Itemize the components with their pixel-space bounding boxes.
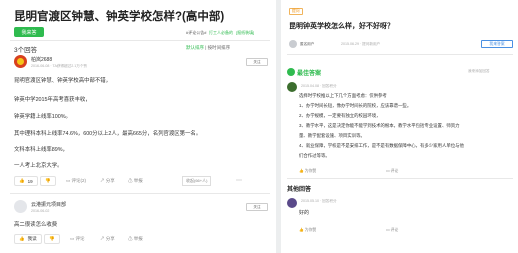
thumb-down-icon: 👎: [45, 178, 51, 183]
divider: [10, 40, 270, 41]
divider: [287, 54, 513, 55]
thumb-up-icon: 👍: [19, 236, 25, 241]
comment-icon: ▭: [386, 228, 390, 232]
report-button[interactable]: ⚠ 举报: [128, 236, 143, 242]
comment-label: 评论: [75, 236, 85, 241]
asker-avatar[interactable]: [289, 40, 297, 48]
other-like-button[interactable]: 👍 为你赞: [299, 227, 316, 233]
answer-user-name[interactable]: 柏岚2688: [31, 56, 52, 63]
upvote-button[interactable]: 👍 19: [14, 176, 38, 186]
answer-meta: 2016-06-02: [31, 209, 50, 213]
share-button[interactable]: ↗ 分享: [100, 178, 115, 184]
answer-line: 文科本科上线率89%，: [14, 147, 68, 153]
answer-line: 钟英学籍上线率100%。: [14, 114, 71, 120]
top-link-2[interactable]: 打工人必备的: [209, 30, 233, 36]
question-tag: 提问: [289, 8, 303, 15]
answer-follow-button[interactable]: 我来答案: [481, 40, 513, 48]
answerer-avatar[interactable]: [287, 82, 297, 92]
comment-button[interactable]: ▭ 评论: [70, 236, 85, 242]
other-answers-title: 其他回答: [287, 187, 312, 193]
upvote-button[interactable]: 👍 我读: [14, 234, 42, 244]
answer-line: 一人考上北京大学。: [14, 163, 63, 169]
share-button[interactable]: ↗ 分享: [100, 236, 115, 242]
other-answer-text: 好的: [299, 210, 310, 216]
asked-meta: 2015.06.29 · 提问新用户: [341, 42, 381, 46]
comment-icon: ▭: [70, 236, 75, 241]
top-link-1[interactable]: #评论公告#: [186, 30, 206, 36]
divider: [10, 193, 270, 194]
other-answerer-avatar[interactable]: [287, 198, 297, 208]
avatar[interactable]: [14, 55, 27, 68]
avatar-badge-icon: [17, 58, 24, 65]
best-answer-line: 1、办学时间长短，像办学时间长的院校，应该靠谱一些。: [299, 103, 412, 108]
question-page-left: 昆明官渡区钟慧、钟英学校怎样?(高中部) 我来答 #评论公告# 打工人必备的 […: [0, 0, 276, 253]
other-answer-meta: 2015.05.10 · 回答积分: [301, 199, 337, 203]
other-comment-label: 评论: [390, 228, 399, 232]
best-answer-meta: 2015.04.08 · 回答积分: [301, 84, 337, 88]
best-answer-line: 4、就业保障，学校是不是安排工作，是不是有数据保障中心，有多少家用人单位与他: [299, 143, 464, 148]
report-label: 举报: [133, 236, 143, 241]
best-like-label: 为你赞: [304, 169, 317, 173]
add-answer-link[interactable]: 我来添加回答: [468, 69, 490, 74]
comment-label: 评论(2): [71, 178, 87, 183]
share-icon: ↗: [100, 178, 105, 183]
answer-user-name[interactable]: 云港振元项目部: [31, 201, 66, 208]
top-link-3[interactable]: [报纸装填]: [236, 30, 254, 36]
best-answer-line: 选择时学校推以上下几个方面考虑：仅供参考: [299, 93, 387, 98]
best-like-button[interactable]: 👍 为你赞: [299, 168, 316, 174]
sort-default[interactable]: 默认排序: [186, 45, 204, 50]
more-icon[interactable]: ⋯: [236, 177, 242, 184]
best-answer-line: 2、办学规模，一定要有独立的校园环境，: [299, 113, 381, 118]
downvote-button[interactable]: 👎: [40, 176, 56, 186]
share-label: 分享: [105, 178, 115, 183]
report-icon: ⚠: [128, 236, 133, 241]
sort-latest[interactable]: 按时间排序: [208, 45, 231, 50]
thumb-up-icon: 👍: [299, 169, 304, 173]
best-answer-icon: [287, 68, 295, 76]
best-comment-button[interactable]: ▭ 评论: [386, 168, 398, 174]
report-icon: ⚠: [128, 178, 133, 183]
divider: [287, 178, 513, 179]
best-answer-line: 量、教学配套设施、项目实训等。: [299, 133, 365, 138]
avatar[interactable]: [14, 200, 27, 213]
other-comment-button[interactable]: ▭ 评论: [386, 227, 398, 233]
answer-line: 钟英中学2015年高考喜获丰收，: [14, 97, 91, 103]
page-title: 昆明官渡区钟慧、钟英学校怎样?(高中部): [14, 11, 225, 23]
best-comment-label: 评论: [390, 169, 399, 173]
follow-button[interactable]: 关注: [246, 203, 268, 211]
answer-line: 昆明官渡区钟慧、钟英学校高中部不错，: [14, 78, 112, 84]
collapse-button[interactable]: 收起(66+人): [182, 176, 212, 186]
answer-line: 高二很读怎么收费: [14, 222, 58, 228]
follow-button[interactable]: 关注: [246, 58, 268, 66]
best-answer-line: 3、教学水平，这是决定你能不能学到技术的根本，教学水平包括专业设置、师资力: [299, 123, 460, 128]
thumb-down-icon: 👎: [49, 236, 55, 241]
share-icon: ↗: [100, 236, 105, 241]
question-page-right: 提问 昆明钟英学校怎么样，好不好呀？ 匿名用户 2015.06.29 · 提问新…: [281, 0, 518, 253]
report-button[interactable]: ⚠ 举报: [128, 178, 143, 184]
thumb-up-icon: 👍: [19, 178, 25, 183]
answer-button[interactable]: 我来答: [14, 27, 44, 37]
upvote-count: 19: [27, 178, 33, 184]
comment-button[interactable]: ▭ 评论(2): [66, 178, 86, 184]
best-answer-line: 们合作过等等。: [299, 153, 330, 158]
report-label: 举报: [133, 178, 143, 183]
question-title: 昆明钟英学校怎么样，好不好呀？: [289, 23, 394, 30]
answer-line: 其中理科本科上线率74.6%，600分以上2人，最高665分，名列官渡区第一名。: [14, 131, 202, 137]
comment-icon: ▭: [386, 169, 390, 173]
best-answer-label: 最佳答案: [297, 71, 322, 77]
share-label: 分享: [105, 236, 115, 241]
sort-options: 默认排序 | 按时间排序: [186, 45, 231, 50]
asker-name[interactable]: 匿名用户: [300, 42, 314, 47]
downvote-button[interactable]: 👎: [44, 234, 60, 244]
comment-icon: ▭: [66, 178, 71, 183]
upvote-label: 我读: [27, 236, 37, 241]
answer-count: 3个回答: [14, 47, 38, 54]
thumb-up-icon: 👍: [299, 228, 304, 232]
other-like-label: 为你赞: [304, 228, 317, 232]
answer-meta: 2016-06-08 · TA获得超过2.1万个赞: [31, 64, 87, 68]
